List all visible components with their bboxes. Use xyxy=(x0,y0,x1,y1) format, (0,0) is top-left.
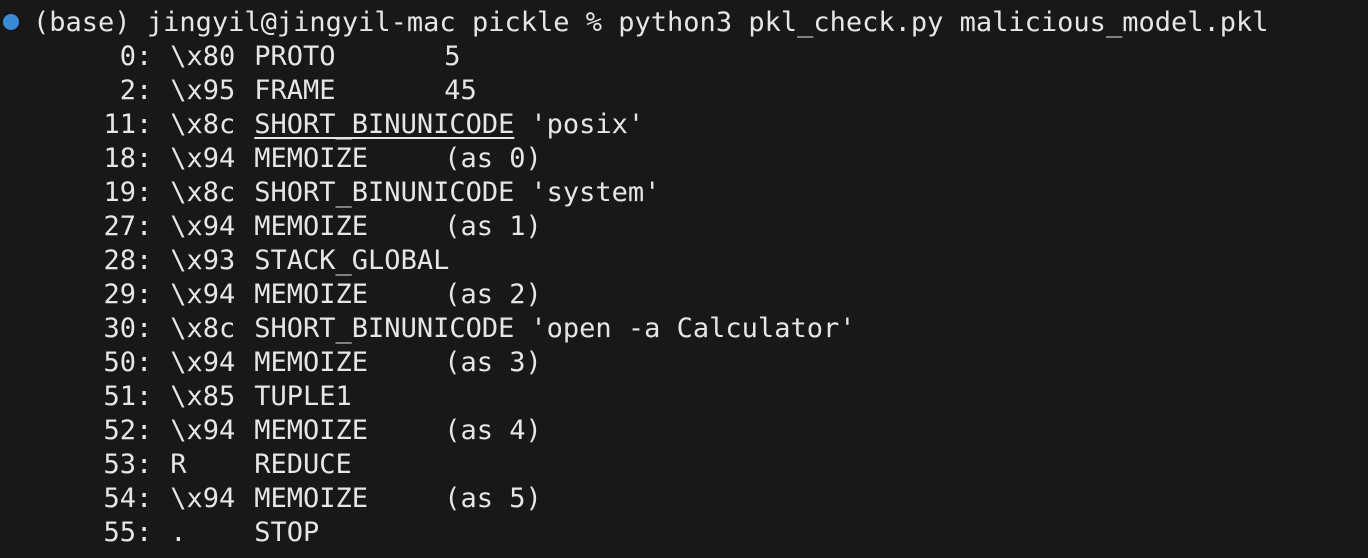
opcode-offset: 30 xyxy=(103,313,136,344)
opcode-offset: 53 xyxy=(103,449,136,480)
output-row: 11: \x8c SHORT_BINUNICODE'posix' xyxy=(0,108,1368,142)
output-row: 27: \x94 MEMOIZE (as 1) xyxy=(0,210,1368,244)
opcode-byte: \x8c xyxy=(170,313,236,344)
opcode-offset: 55 xyxy=(103,517,136,548)
prompt-symbol: % xyxy=(585,6,603,38)
opcode-offset: 18 xyxy=(103,143,136,174)
opcode-name: STACK_GLOBAL xyxy=(254,245,450,276)
opcode-argument: 'system' xyxy=(530,177,661,208)
opcode-name: MEMOIZE xyxy=(254,279,369,310)
opcode-name: SHORT_BINUNICODE xyxy=(254,177,515,208)
prompt-user-host: jingyil@jingyil-mac xyxy=(146,6,456,38)
output-row: 52: \x94 MEMOIZE (as 4) xyxy=(0,414,1368,448)
opcode-name: PROTO xyxy=(254,41,336,72)
output-row: 0: \x80 PROTO 5 xyxy=(0,40,1368,74)
opcode-argument: (as 4) xyxy=(444,415,542,446)
opcode-argument: 5 xyxy=(444,41,461,72)
opcode-name: REDUCE xyxy=(254,449,352,480)
status-dot-icon xyxy=(3,14,19,30)
disassembly-output: 0: \x80 PROTO 5 2: \x95 FRAME 45 11: \x8c SHORT… xyxy=(0,40,1368,550)
terminal-window[interactable]: (base) jingyil@jingyil-mac pickle % pyth… xyxy=(0,0,1368,558)
opcode-offset: 28 xyxy=(103,245,136,276)
opcode-byte: \x94 xyxy=(170,279,236,310)
opcode-name: SHORT_BINUNICODE xyxy=(254,109,515,140)
output-row: 50: \x94 MEMOIZE (as 3) xyxy=(0,346,1368,380)
opcode-byte: \x95 xyxy=(170,75,236,106)
opcode-name: MEMOIZE xyxy=(254,347,369,378)
opcode-argument: (as 2) xyxy=(444,279,542,310)
opcode-offset: 19 xyxy=(103,177,136,208)
output-row: 19: \x8c SHORT_BINUNICODE'system' xyxy=(0,176,1368,210)
opcode-name: SHORT_BINUNICODE xyxy=(254,313,515,344)
opcode-name: MEMOIZE xyxy=(254,415,369,446)
opcode-offset: 11 xyxy=(103,109,136,140)
opcode-name: MEMOIZE xyxy=(254,143,369,174)
opcode-offset: 2 xyxy=(119,75,136,106)
prompt-cwd: pickle xyxy=(471,6,570,38)
opcode-byte: \x85 xyxy=(170,381,236,412)
opcode-byte: \x80 xyxy=(170,41,236,72)
opcode-offset: 52 xyxy=(103,415,136,446)
opcode-argument: (as 1) xyxy=(444,211,542,242)
opcode-argument: 45 xyxy=(444,75,477,106)
prompt-line: (base) jingyil@jingyil-mac pickle % pyth… xyxy=(0,4,1368,40)
output-row: 55: . STOP xyxy=(0,516,1368,550)
opcode-offset: 51 xyxy=(103,381,136,412)
opcode-byte: . xyxy=(170,517,187,548)
opcode-name: MEMOIZE xyxy=(254,211,369,242)
prompt-command: python3 pkl_check.py malicious_model.pkl xyxy=(618,6,1269,38)
opcode-offset: 29 xyxy=(103,279,136,310)
opcode-name: FRAME xyxy=(254,75,336,106)
output-row: 30: \x8c SHORT_BINUNICODE'open -a Calcula… xyxy=(0,312,1368,346)
output-row: 2: \x95 FRAME 45 xyxy=(0,74,1368,108)
opcode-offset: 27 xyxy=(103,211,136,242)
output-row: 28: \x93 STACK_GLOBAL xyxy=(0,244,1368,278)
output-row: 18: \x94 MEMOIZE (as 0) xyxy=(0,142,1368,176)
opcode-byte: \x94 xyxy=(170,415,236,446)
opcode-byte: R xyxy=(170,449,187,480)
opcode-argument: (as 3) xyxy=(444,347,542,378)
output-row: 53: R REDUCE xyxy=(0,448,1368,482)
opcode-byte: \x94 xyxy=(170,143,236,174)
opcode-offset: 0 xyxy=(119,41,136,72)
opcode-byte: \x94 xyxy=(170,211,236,242)
opcode-name: STOP xyxy=(254,517,320,548)
opcode-argument: 'open -a Calculator' xyxy=(530,313,856,344)
opcode-name: TUPLE1 xyxy=(254,381,352,412)
opcode-offset: 54 xyxy=(103,483,136,514)
opcode-argument: (as 0) xyxy=(444,143,542,174)
opcode-byte: \x93 xyxy=(170,245,236,276)
output-row: 54: \x94 MEMOIZE (as 5) xyxy=(0,482,1368,516)
opcode-byte: \x94 xyxy=(170,483,236,514)
output-row: 29: \x94 MEMOIZE (as 2) xyxy=(0,278,1368,312)
opcode-argument: 'posix' xyxy=(530,109,645,140)
output-row: 51: \x85 TUPLE1 xyxy=(0,380,1368,414)
opcode-argument: (as 5) xyxy=(444,483,542,514)
prompt-env: (base) xyxy=(33,6,131,38)
opcode-offset: 50 xyxy=(103,347,136,378)
opcode-byte: \x94 xyxy=(170,347,236,378)
opcode-byte: \x8c xyxy=(170,177,236,208)
opcode-byte: \x8c xyxy=(170,109,236,140)
opcode-name: MEMOIZE xyxy=(254,483,369,514)
